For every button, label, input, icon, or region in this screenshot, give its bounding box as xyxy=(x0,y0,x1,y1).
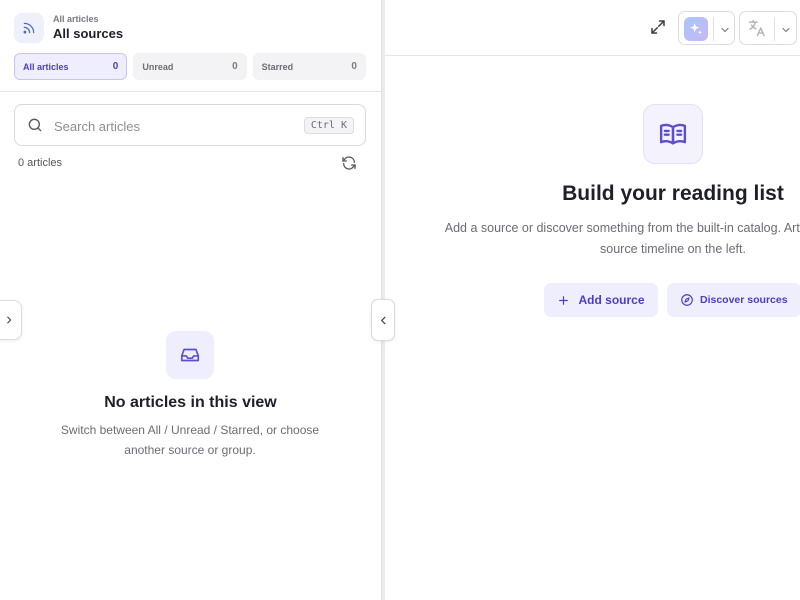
expand-icon[interactable] xyxy=(649,18,667,36)
search-input[interactable]: Search articles Ctrl K xyxy=(14,104,366,146)
reader-toolbar xyxy=(385,0,800,56)
expand-sidebar-button[interactable] xyxy=(0,300,22,340)
search-placeholder: Search articles xyxy=(54,119,140,134)
divider xyxy=(774,17,775,41)
empty-state-description: Switch between All / Unread / Starred, o… xyxy=(60,423,320,457)
collapse-sidebar-button[interactable] xyxy=(371,299,395,341)
discover-sources-label: Discover sources xyxy=(700,294,788,306)
reader-panel: Build your reading list Add a source or … xyxy=(385,0,800,600)
divider xyxy=(713,17,714,41)
chevron-down-icon[interactable] xyxy=(780,23,792,35)
filter-tab-all[interactable]: All articles 0 xyxy=(14,53,128,80)
refresh-icon[interactable] xyxy=(341,155,357,171)
translate-group xyxy=(739,11,797,45)
filter-tabs: All articles 0 Unread 0 Starred 0 xyxy=(14,53,366,81)
search-icon xyxy=(27,117,43,138)
filter-label: Starred xyxy=(261,61,294,72)
book-open-icon xyxy=(643,104,703,164)
add-source-label: Add source xyxy=(578,293,645,307)
article-count: 0 articles xyxy=(18,157,63,169)
divider xyxy=(0,91,381,92)
add-source-button[interactable]: Add source xyxy=(544,283,658,317)
filter-count: 0 xyxy=(232,61,238,72)
ai-assistant-group xyxy=(678,11,735,45)
plus-icon xyxy=(559,295,569,305)
filter-tab-unread[interactable]: Unread 0 xyxy=(133,53,247,80)
filter-count: 0 xyxy=(351,61,357,72)
sparkles-icon[interactable] xyxy=(684,17,708,41)
empty-state-title: No articles in this view xyxy=(104,394,277,411)
article-list-panel: All articles All sources All articles 0 … xyxy=(0,0,381,600)
chevron-down-icon[interactable] xyxy=(719,23,731,35)
filter-tab-starred[interactable]: Starred 0 xyxy=(252,53,366,80)
source-subtitle: All articles xyxy=(53,14,99,24)
filter-label: All articles xyxy=(23,61,69,72)
chevron-left-icon xyxy=(380,316,385,324)
inbox-icon xyxy=(166,331,214,379)
search-shortcut-badge: Ctrl K xyxy=(303,117,354,134)
filter-count: 0 xyxy=(112,61,119,72)
rss-icon[interactable] xyxy=(14,13,44,43)
compass-icon xyxy=(681,294,693,306)
translate-icon[interactable] xyxy=(747,18,767,38)
empty-reader-title: Build your reading list xyxy=(562,182,784,205)
chevron-right-icon xyxy=(7,316,12,324)
source-title: All sources xyxy=(53,26,124,41)
discover-sources-button[interactable]: Discover sources xyxy=(667,283,800,317)
filter-label: Unread xyxy=(142,61,174,72)
empty-reader-description: Add a source or discover something from … xyxy=(444,221,800,256)
app-window: All articles All sources All articles 0 … xyxy=(0,0,800,600)
